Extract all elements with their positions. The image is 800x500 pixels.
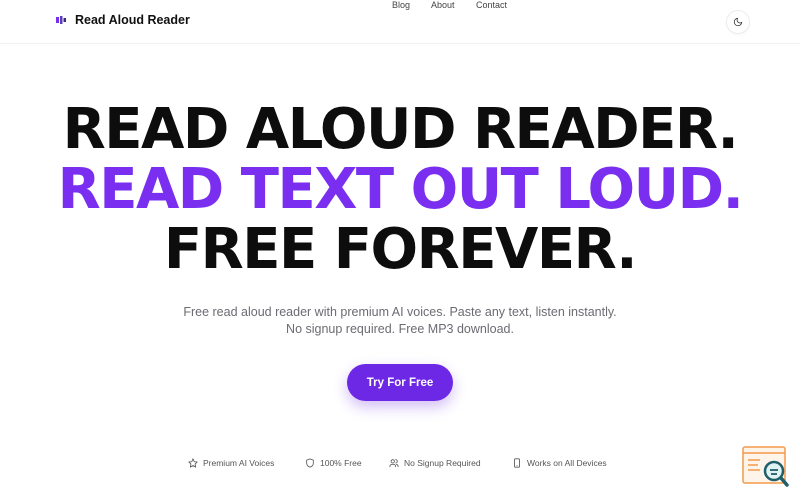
support-widget[interactable] [742,446,790,488]
feature-item-no-signup: No Signup Required [389,458,481,468]
nav-link-about[interactable]: About [431,0,455,10]
site-header: Read Aloud Reader Blog About Contact [0,0,800,44]
try-for-free-button[interactable]: Try For Free [347,364,453,401]
hero-subtitle: Free read aloud reader with premium AI v… [183,305,617,336]
moon-icon [733,17,743,27]
brand-logo[interactable]: Read Aloud Reader [55,13,190,27]
hero-section: READ ALOUD READER. READ TEXT OUT LOUD. F… [0,100,800,280]
nav-link-contact[interactable]: Contact [476,0,507,10]
shield-icon [306,458,314,468]
logo-icon [56,16,66,24]
feature-label: No Signup Required [404,458,481,468]
feature-label: 100% Free [320,458,362,468]
feature-label: Works on All Devices [527,458,607,468]
hero-headline-line3: FREE FOREVER. [163,217,638,282]
star-icon [188,458,198,468]
feature-label: Premium AI Voices [203,458,275,468]
feature-item-premium-voices: Premium AI Voices [188,458,274,468]
feature-item-free: 100% Free [305,458,362,468]
hero-headline-line1: READ ALOUD READER. [62,97,739,162]
theme-toggle-button[interactable] [726,10,750,34]
brand-name: Read Aloud Reader [75,13,190,27]
nav-link-blog[interactable]: Blog [392,0,410,10]
hero-headline-line2: READ TEXT OUT LOUD. [57,157,744,222]
search-document-icon [742,446,789,487]
feature-item-all-devices: Works on All Devices [512,458,607,468]
users-icon [389,459,399,468]
smartphone-icon [514,458,520,468]
